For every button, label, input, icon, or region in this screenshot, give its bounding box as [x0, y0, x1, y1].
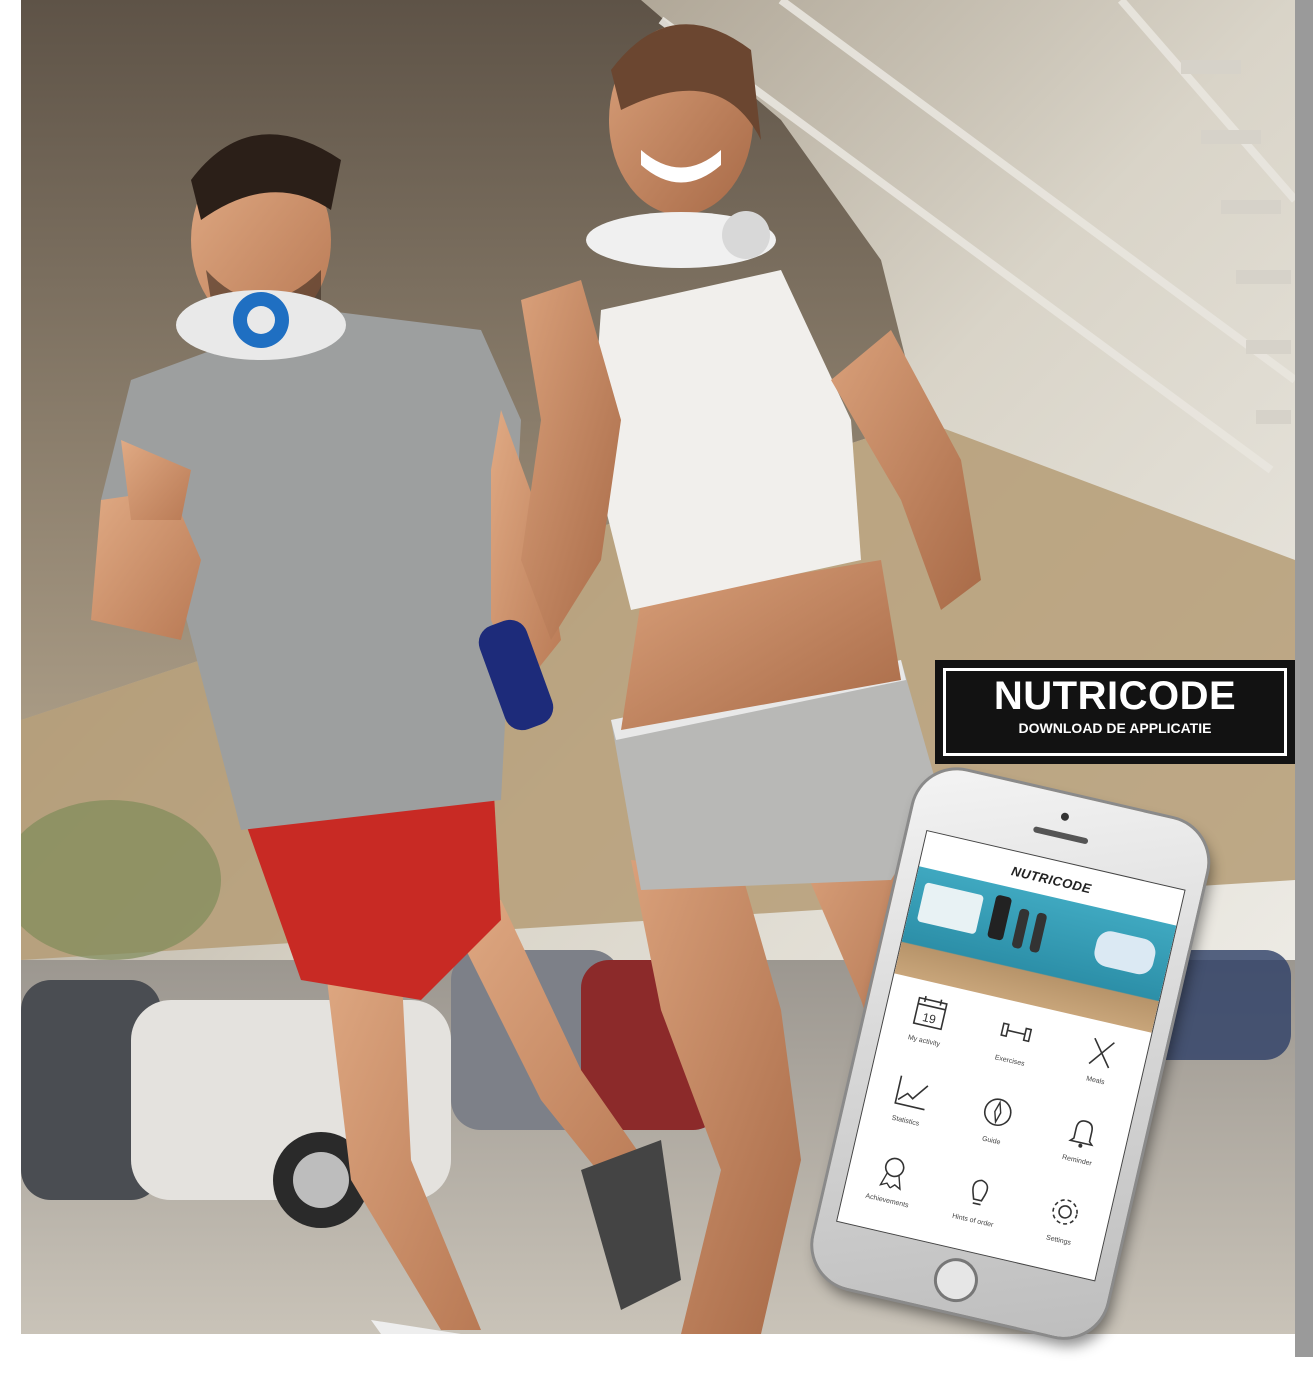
app-menu-grid: 19 My activity Exercises Meals Statistic… — [837, 979, 1150, 1280]
menu-label: Guide — [981, 1135, 1002, 1147]
calendar-icon: 19 — [912, 995, 948, 1031]
gear-icon — [1052, 1199, 1078, 1225]
chart-icon — [894, 1075, 929, 1111]
camera-icon — [1060, 811, 1070, 822]
menu-label: Hints of order — [951, 1212, 994, 1230]
menu-label: Meals — [1085, 1075, 1106, 1087]
badge-title: NUTRICODE — [993, 674, 1237, 718]
badge-subtitle: DOWNLOAD DE APPLICATIE — [1018, 720, 1212, 736]
bell-icon — [1068, 1120, 1094, 1148]
home-button[interactable] — [929, 1253, 983, 1307]
menu-label: My activity — [907, 1034, 941, 1049]
lightbulb-icon — [972, 1179, 989, 1206]
menu-label: Achievements — [864, 1192, 910, 1210]
menu-label: Reminder — [1061, 1153, 1093, 1168]
menu-item-settings[interactable]: Settings — [1010, 1179, 1114, 1277]
page-edge-strip — [1295, 0, 1313, 1357]
nutricode-badge[interactable]: NUTRICODE DOWNLOAD DE APPLICATIE — [935, 660, 1295, 764]
speaker-icon — [1032, 826, 1089, 845]
menu-label: Exercises — [994, 1054, 1026, 1068]
menu-label: Statistics — [890, 1114, 920, 1128]
menu-label: Settings — [1045, 1234, 1072, 1247]
award-icon — [879, 1157, 905, 1191]
compass-icon — [983, 1098, 1012, 1127]
calendar-day: 19 — [921, 1010, 937, 1027]
dumbbell-icon — [1000, 1022, 1033, 1043]
fork-knife-icon — [1088, 1037, 1115, 1069]
